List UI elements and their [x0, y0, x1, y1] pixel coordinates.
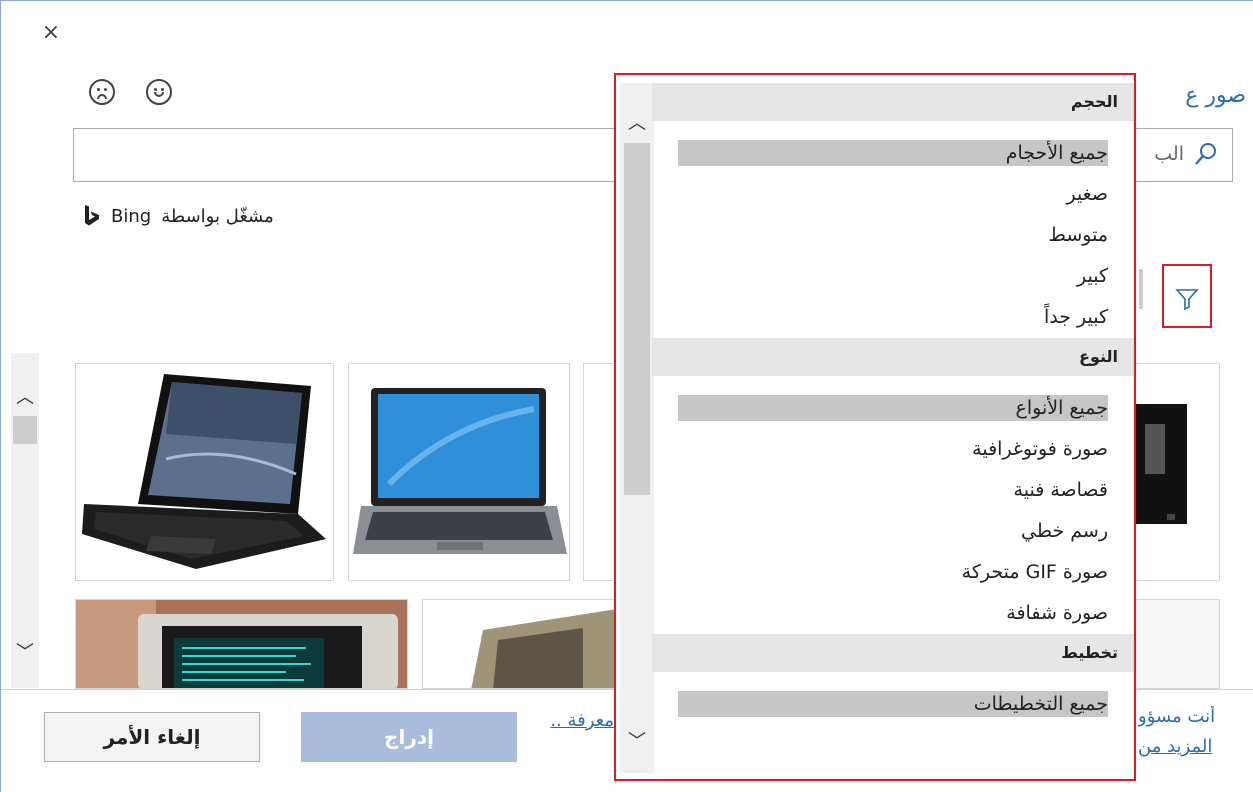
bing-brand: Bing [111, 205, 152, 227]
filter-button[interactable] [1162, 264, 1212, 328]
bing-logo-icon [85, 205, 99, 226]
option-all-layouts[interactable]: جميع التخطيطات [652, 684, 1134, 725]
result-image-computer-partial[interactable] [1134, 363, 1220, 581]
chevron-up-icon[interactable]: ︿ [626, 109, 648, 134]
dropdown-scrollbar-thumb[interactable] [624, 143, 650, 495]
section-header-size: الحجم [652, 83, 1134, 121]
result-image-partial-2[interactable] [1134, 599, 1220, 689]
chevron-down-icon[interactable]: ﹀ [15, 638, 35, 663]
cancel-button[interactable]: إلغاء الأمر [44, 712, 260, 762]
results-scrollbar[interactable]: ︿ ﹀ [11, 353, 39, 688]
option-large[interactable]: كبير [652, 256, 1134, 297]
chevron-down-icon[interactable]: ﹀ [626, 727, 648, 752]
responsibility-text: أنت مسؤو [1138, 706, 1216, 727]
filter-options-list: الحجم جميع الأحجام صغير متوسط كبير كبير … [652, 83, 1134, 725]
option-medium[interactable]: متوسط [652, 215, 1134, 256]
option-photo[interactable]: صورة فوتوغرافية [652, 429, 1134, 470]
chevron-up-icon[interactable]: ︿ [15, 383, 35, 408]
close-icon[interactable]: × [39, 21, 63, 45]
learn-more-link[interactable]: معرفة .. [539, 710, 614, 731]
frown-face-icon[interactable] [89, 79, 115, 105]
section-header-type: النوع [652, 338, 1134, 376]
search-icon[interactable] [1194, 141, 1218, 167]
option-line-drawing[interactable]: رسم خطي [652, 511, 1134, 552]
smile-face-icon[interactable] [146, 79, 172, 105]
insert-online-pictures-dialog: × صور ع الب Bing مشغّل بواسطة ︿ ﹀ إلغاء … [0, 0, 1253, 792]
search-placeholder: الب [1154, 143, 1184, 165]
result-image-laptop-hp[interactable] [75, 363, 334, 581]
funnel-filter-icon [1175, 289, 1199, 310]
option-small[interactable]: صغير [652, 174, 1134, 215]
more-info-link[interactable]: المزيد من [1138, 736, 1253, 757]
powered-by-label: مشغّل بواسطة [161, 205, 274, 227]
section-header-layout: تخطيط [652, 634, 1134, 672]
option-all-sizes[interactable]: جميع الأحجام [652, 133, 1134, 174]
dialog-title: صور ع [1185, 83, 1246, 108]
scrollbar-thumb[interactable] [13, 416, 37, 444]
toolbar-divider [1139, 269, 1143, 309]
option-clipart[interactable]: قصاصة فنية [652, 470, 1134, 511]
insert-button[interactable]: إدراج [301, 712, 517, 762]
dropdown-scrollbar[interactable]: ︿ ﹀ [620, 83, 654, 773]
option-extra-large[interactable]: كبير جداً [652, 297, 1134, 338]
option-transparent[interactable]: صورة شفافة [652, 593, 1134, 634]
filter-dropdown: ︿ ﹀ الحجم جميع الأحجام صغير متوسط كبير ك… [614, 73, 1136, 781]
option-animated-gif[interactable]: صورة GIF متحركة [652, 552, 1134, 593]
option-all-types[interactable]: جميع الأنواع [652, 388, 1134, 429]
result-image-vintage-computer[interactable] [422, 599, 622, 689]
powered-by-bing: Bing مشغّل بواسطة [83, 201, 274, 231]
result-image-laptop-silver[interactable] [348, 363, 570, 581]
result-image-terminal[interactable] [75, 599, 408, 689]
